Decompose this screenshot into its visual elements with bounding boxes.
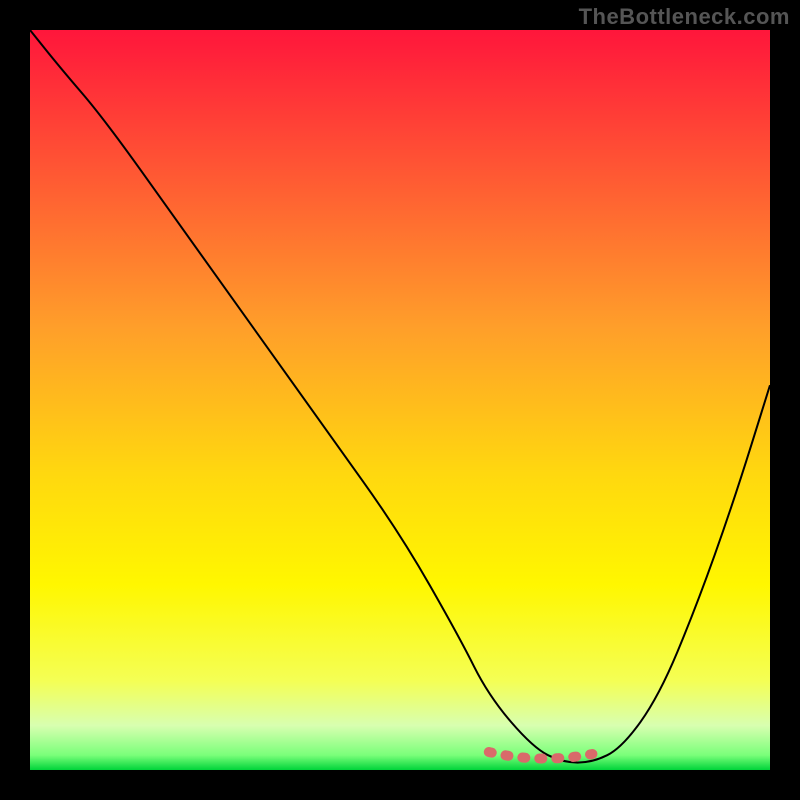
chart-container: TheBottleneck.com (0, 0, 800, 800)
plot-background (30, 30, 770, 770)
watermark-text: TheBottleneck.com (579, 4, 790, 30)
chart-svg (30, 30, 770, 770)
plot-area (30, 30, 770, 770)
